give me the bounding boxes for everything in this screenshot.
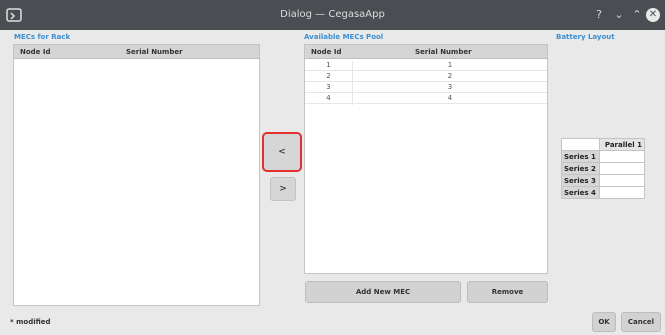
remove-button[interactable]: Remove bbox=[467, 281, 548, 303]
close-icon[interactable]: ✕ bbox=[646, 8, 660, 22]
move-to-rack-button[interactable]: < bbox=[262, 132, 302, 172]
col-serial-number[interactable]: Serial Number bbox=[126, 48, 183, 56]
col-node-id[interactable]: Node Id bbox=[311, 48, 341, 56]
serial-cell: 2 bbox=[447, 72, 453, 80]
available-pool-table[interactable]: Node Id Serial Number 1 1 2 2 3 3 4 4 bbox=[304, 44, 548, 274]
corner-cell bbox=[561, 138, 600, 151]
maximize-icon[interactable]: ⌃ bbox=[630, 8, 644, 22]
table-row[interactable]: 2 2 bbox=[305, 71, 547, 83]
ok-button[interactable]: OK bbox=[592, 312, 616, 332]
mecs-for-rack-table[interactable]: Node Id Serial Number bbox=[13, 44, 260, 306]
available-pool-title: Available MECs Pool bbox=[304, 33, 384, 41]
help-icon[interactable]: ? bbox=[592, 8, 606, 22]
layout-cell[interactable] bbox=[599, 186, 645, 199]
serial-cell: 1 bbox=[447, 61, 453, 69]
table-row[interactable]: 1 1 bbox=[305, 60, 547, 72]
series-3-header[interactable]: Series 3 bbox=[561, 174, 600, 187]
minimize-icon[interactable]: ⌄ bbox=[612, 8, 626, 22]
layout-cell[interactable] bbox=[599, 162, 645, 175]
series-4-header[interactable]: Series 4 bbox=[561, 186, 600, 199]
node-id-cell: 4 bbox=[305, 94, 353, 105]
layout-cell[interactable] bbox=[599, 174, 645, 187]
series-2-header[interactable]: Series 2 bbox=[561, 162, 600, 175]
mecs-for-rack-header: Node Id Serial Number bbox=[14, 45, 259, 59]
layout-cell[interactable] bbox=[599, 150, 645, 163]
add-new-mec-button[interactable]: Add New MEC bbox=[305, 281, 461, 303]
serial-cell: 4 bbox=[447, 94, 453, 102]
col-serial-number[interactable]: Serial Number bbox=[415, 48, 472, 56]
available-pool-header: Node Id Serial Number bbox=[305, 45, 547, 59]
modified-indicator: * modified bbox=[10, 318, 51, 326]
col-node-id[interactable]: Node Id bbox=[20, 48, 50, 56]
cancel-button[interactable]: Cancel bbox=[621, 312, 661, 332]
mecs-for-rack-title: MECs for Rack bbox=[14, 33, 71, 41]
title-bar: Dialog — CegasaApp ? ⌄ ⌃ ✕ bbox=[0, 0, 665, 30]
battery-layout-title: Battery Layout bbox=[556, 33, 615, 41]
series-1-header[interactable]: Series 1 bbox=[561, 150, 600, 163]
window-title: Dialog — CegasaApp bbox=[280, 9, 385, 20]
table-row[interactable]: 4 4 bbox=[305, 93, 547, 105]
battery-layout-table: Parallel 1 Series 1 Series 2 Series 3 Se… bbox=[561, 138, 645, 199]
parallel-1-header[interactable]: Parallel 1 bbox=[599, 138, 645, 151]
table-row[interactable]: 3 3 bbox=[305, 82, 547, 94]
move-to-pool-button[interactable]: > bbox=[270, 177, 296, 201]
serial-cell: 3 bbox=[447, 83, 453, 91]
